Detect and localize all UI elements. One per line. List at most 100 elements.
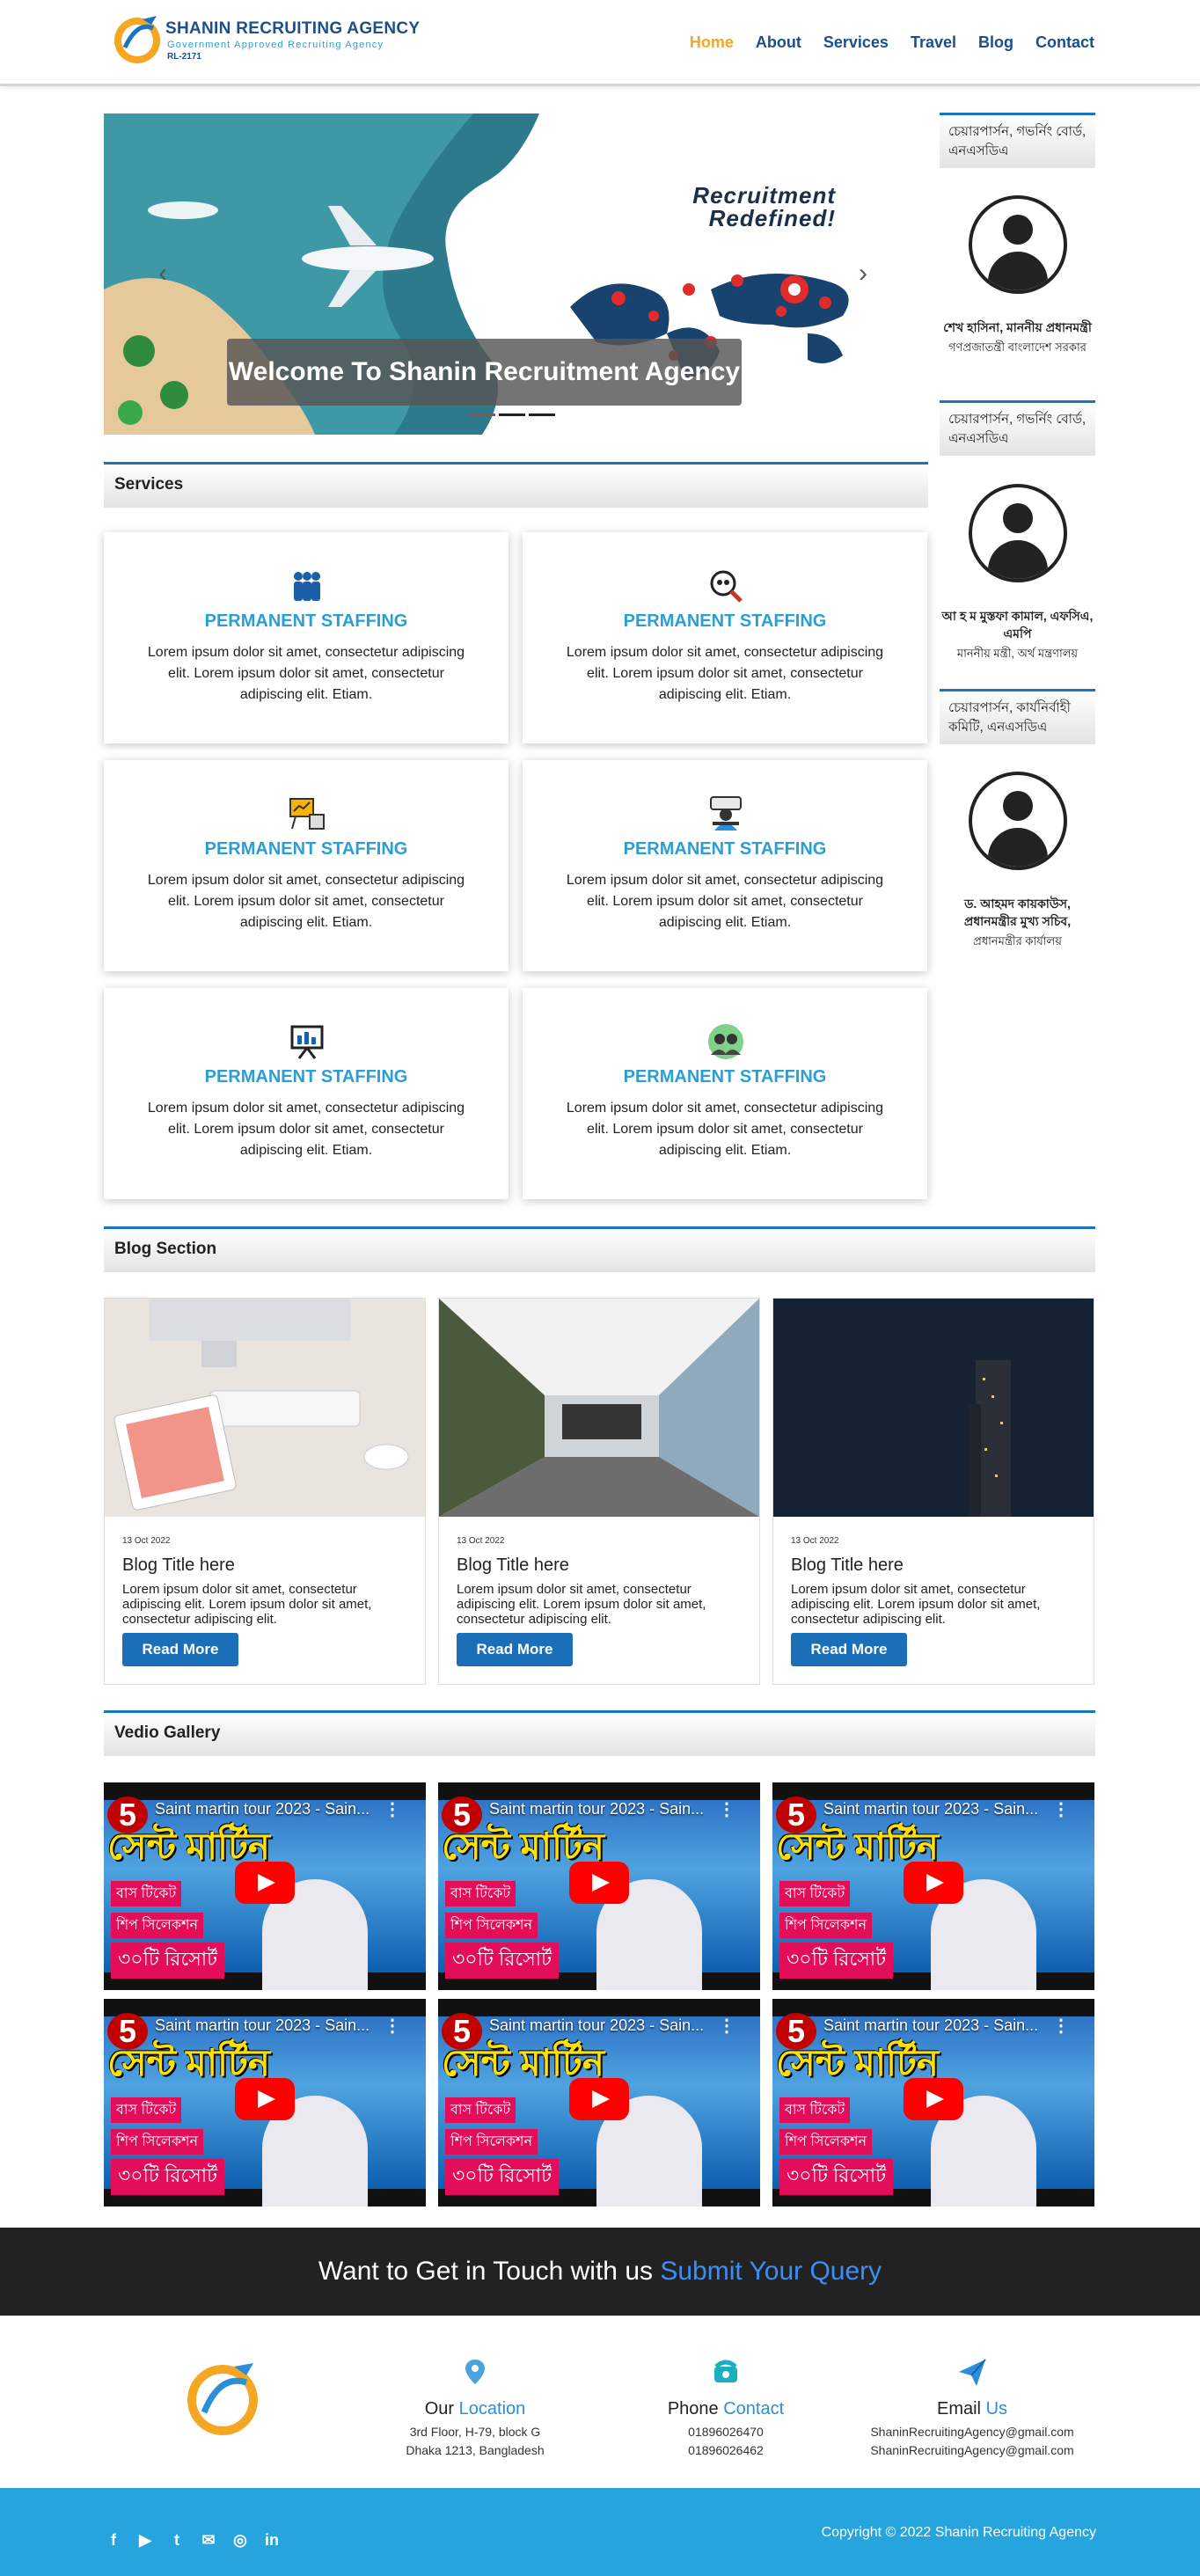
phone-number-1[interactable]: 01896026470 [616,2423,836,2441]
slider-dot[interactable] [499,413,525,416]
play-button-icon[interactable] [569,1862,629,1904]
service-card[interactable]: PERMANENT STAFFING Lorem ipsum dolor sit… [104,532,509,743]
blog-date: 13 Oct 2022 [457,1536,505,1546]
service-text: Lorem ipsum dolor sit amet, consectetur … [566,1101,884,1158]
video-tag: বাস টিকেট [779,1881,851,1906]
blog-title[interactable]: Blog Title here [791,1555,904,1576]
video-thumbnail[interactable]: 5 Saint martin tour 2023 - Sain... ⋮ সেন্ট … [104,1999,426,2206]
service-card[interactable]: PERMANENT STAFFING Lorem ipsum dolor sit… [523,760,927,971]
twitter-icon[interactable]: t [167,2530,187,2550]
play-button-icon[interactable] [904,1862,963,1904]
play-button-icon[interactable] [904,2078,963,2120]
video-title[interactable]: Saint martin tour 2023 - Sain... [823,2016,1038,2035]
slide-caption: Welcome To Shanin Recruitment Agency [227,339,742,406]
slider-indicators [469,413,555,416]
play-button-icon[interactable] [235,1862,295,1904]
nav-travel[interactable]: Travel [911,33,956,52]
play-button-icon[interactable] [569,2078,629,2120]
location-pin-icon [465,2360,485,2384]
service-text: Lorem ipsum dolor sit amet, consectetur … [566,645,884,702]
blog-image[interactable] [439,1299,759,1517]
more-options-icon[interactable]: ⋮ [384,2015,401,2037]
video-title[interactable]: Saint martin tour 2023 - Sain... [489,2016,704,2035]
nav-about[interactable]: About [756,33,801,52]
youtube-icon[interactable]: ▶ [135,2530,155,2550]
slider-next-button[interactable]: › [859,259,867,289]
footer-logo-icon [187,2363,258,2435]
site-header: SHANIN RECRUITING AGENCY Government Appr… [0,0,1200,86]
logo-icon[interactable] [113,12,162,67]
email-address-2[interactable]: ShaninRecruitingAgency@gmail.com [862,2441,1082,2460]
nav-services[interactable]: Services [823,33,889,52]
read-more-button[interactable]: Read More [791,1633,907,1666]
more-options-icon[interactable]: ⋮ [1052,1798,1070,1820]
video-tag: বাস টিকেট [111,2097,182,2123]
read-more-button[interactable]: Read More [122,1633,238,1666]
video-tag: ৩০টি রিসোর্ট [111,1943,225,1979]
email-address-1[interactable]: ShaninRecruitingAgency@gmail.com [862,2423,1082,2441]
nav-blog[interactable]: Blog [978,33,1013,52]
contact-phone: Phone Contact 01896026470 01896026462 [616,2358,836,2460]
more-options-icon[interactable]: ⋮ [1052,2015,1070,2037]
contact-location: Our Location 3rd Floor, H-79, block G Dh… [365,2358,585,2460]
official-name: আ হ ম মুস্তফা কামাল, এফসিএ, এমপি [941,609,1094,640]
video-title[interactable]: Saint martin tour 2023 - Sain... [489,1800,704,1819]
location-heading: Our Location [424,2399,526,2419]
blog-excerpt: Lorem ipsum dolor sit amet, consectetur … [457,1582,706,1627]
service-card[interactable]: PERMANENT STAFFING Lorem ipsum dolor sit… [523,988,927,1199]
video-thumbnail[interactable]: 5 Saint martin tour 2023 - Sain... ⋮ সেন্ট … [438,1782,760,1990]
video-tag: শিপ সিলেকশন [111,1913,204,1938]
slider-prev-button[interactable]: ‹ [158,259,167,289]
sidebar-heading: চেয়ারপার্সন, কার্যনির্বাহী কমিটি, এনএসড… [940,689,1095,744]
video-title[interactable]: Saint martin tour 2023 - Sain... [155,1800,370,1819]
play-button-icon[interactable] [235,2078,295,2120]
video-title[interactable]: Saint martin tour 2023 - Sain... [823,1800,1038,1819]
submit-query-link[interactable]: Submit Your Query [660,2257,882,2286]
video-tag: ৩০টি রিসোর্ট [111,2159,225,2195]
nav-contact[interactable]: Contact [1035,33,1094,52]
slider-dot[interactable] [529,413,555,416]
banner-line-2: Redefined! [708,205,836,231]
video-thumbnail[interactable]: 5 Saint martin tour 2023 - Sain... ⋮ সেন্ট … [772,1999,1094,2206]
video-thumbnail[interactable]: 5 Saint martin tour 2023 - Sain... ⋮ সেন্ট … [772,1782,1094,1990]
instagram-icon[interactable]: ◎ [230,2530,250,2550]
blog-excerpt: Lorem ipsum dolor sit amet, consectetur … [791,1582,1041,1627]
video-thumbnail[interactable]: 5 Saint martin tour 2023 - Sain... ⋮ সেন্ট … [438,1999,760,2206]
video-heading: Vedio Gallery [104,1710,1095,1756]
video-tag: শিপ সিলেকশন [445,1913,538,1938]
linkedin-icon[interactable]: in [262,2530,282,2550]
search-people-icon [710,570,743,603]
service-title: PERMANENT STAFFING [204,839,408,859]
facebook-icon[interactable]: f [104,2530,123,2550]
service-title: PERMANENT STAFFING [623,611,827,631]
service-card[interactable]: PERMANENT STAFFING Lorem ipsum dolor sit… [104,760,509,971]
brand-name: SHANIN RECRUITING AGENCY [165,19,421,38]
email-icon[interactable]: ✉ [199,2530,218,2550]
service-card[interactable]: PERMANENT STAFFING Lorem ipsum dolor sit… [104,988,509,1199]
nav-home[interactable]: Home [690,33,734,52]
blog-image[interactable] [105,1299,425,1517]
service-text: Lorem ipsum dolor sit amet, consectetur … [147,873,465,930]
more-options-icon[interactable]: ⋮ [718,1798,735,1820]
read-more-button[interactable]: Read More [457,1633,573,1666]
support-agent-icon [710,796,742,831]
official-name: শেখ হাসিনা, মাননীয় প্রধানমন্ত্রী [943,320,1092,334]
video-tag: শিপ সিলেকশন [779,2129,873,2155]
services-heading: Services [104,462,928,508]
avatar [968,195,1067,294]
slider-dot[interactable] [469,413,495,416]
blog-image[interactable] [773,1299,1094,1517]
avatar [968,484,1067,582]
blog-title[interactable]: Blog Title here [457,1555,569,1576]
phone-number-2[interactable]: 01896026462 [616,2441,836,2460]
official-role: প্রধানমন্ত্রীর কার্যালয় [973,934,1062,948]
blog-title[interactable]: Blog Title here [122,1555,235,1576]
more-options-icon[interactable]: ⋮ [718,2015,735,2037]
service-card[interactable]: PERMANENT STAFFING Lorem ipsum dolor sit… [523,532,927,743]
presentation-icon [289,798,325,830]
service-title: PERMANENT STAFFING [623,1067,827,1087]
more-options-icon[interactable]: ⋮ [384,1798,401,1820]
video-title[interactable]: Saint martin tour 2023 - Sain... [155,2016,370,2035]
official-name: ড. আহমদ কায়কাউস, প্রধানমন্ত্রীর মুখ্য স… [963,896,1072,928]
video-thumbnail[interactable]: 5 Saint martin tour 2023 - Sain... ⋮ সেন্ট … [104,1782,426,1990]
